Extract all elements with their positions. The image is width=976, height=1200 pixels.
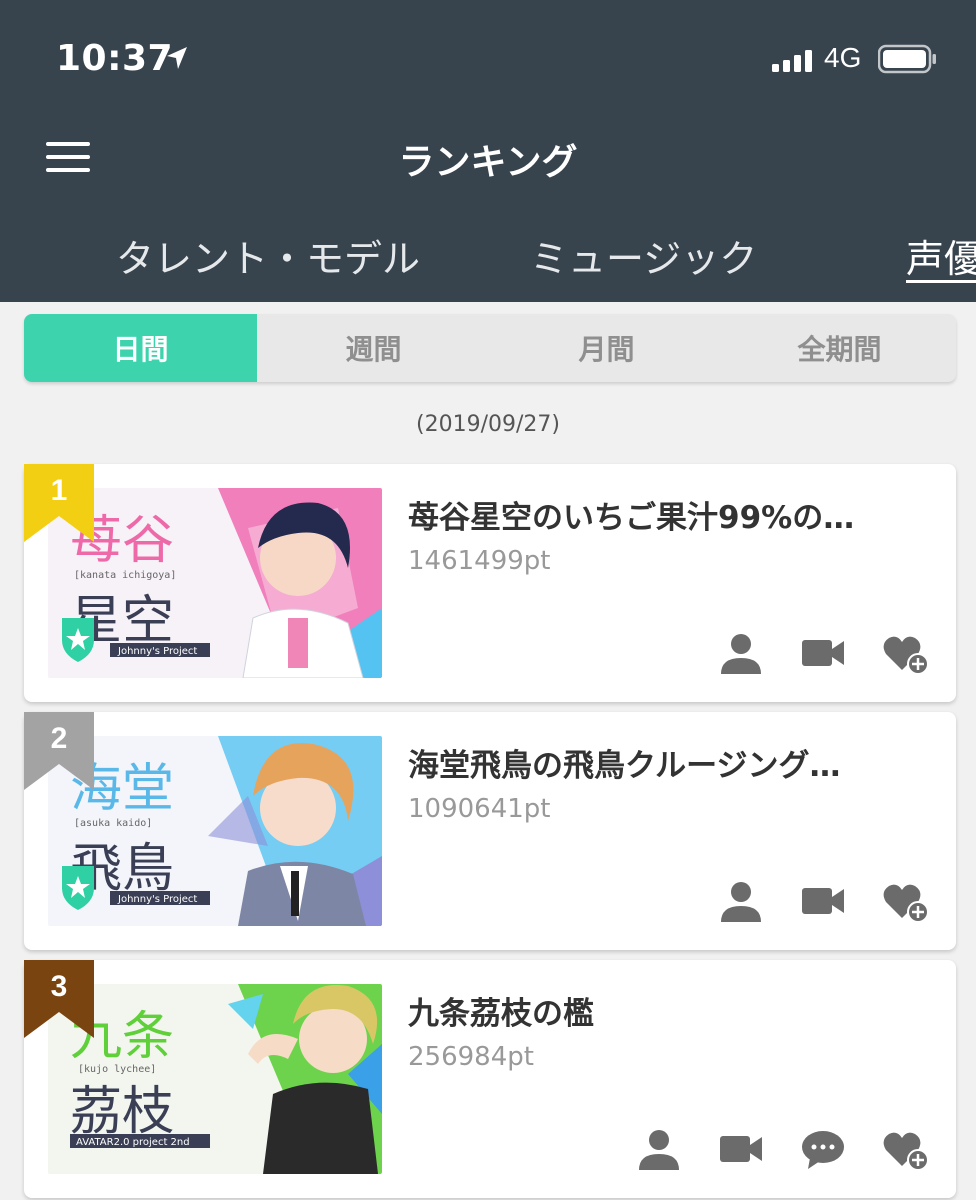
thumbnail-image[interactable]: 海堂 飛鳥 [asuka kaido] Johnny's Project xyxy=(48,736,382,926)
ranking-date: (2019/09/27) xyxy=(416,412,560,437)
rank-number: 2 xyxy=(50,722,68,755)
page-title: ランキング xyxy=(398,142,578,183)
network-type: 4G xyxy=(824,42,862,73)
item-points: 256984pt xyxy=(408,1042,534,1072)
ranking-card[interactable]: 海堂 飛鳥 [asuka kaido] Johnny's Project 2 海… xyxy=(24,712,956,950)
rank-number: 1 xyxy=(50,474,68,507)
favorite-add-icon[interactable] xyxy=(882,1128,928,1170)
period-segmented-control: 日間 週間 月間 全期間 xyxy=(24,314,956,382)
action-icons xyxy=(718,880,928,922)
tab-talent-model[interactable]: タレント・モデル xyxy=(116,228,420,283)
ranking-card[interactable]: 九条 茘枝 [kujo lychee] AVATAR2.0 project 2n… xyxy=(24,960,956,1198)
favorite-add-icon[interactable] xyxy=(882,880,928,922)
thumbnail-image[interactable]: 九条 茘枝 [kujo lychee] AVATAR2.0 project 2n… xyxy=(48,984,382,1174)
status-time: 10:37 xyxy=(56,38,174,79)
action-icons xyxy=(636,1128,928,1170)
item-title: 九条茘枝の檻 xyxy=(408,996,594,1032)
tab-music[interactable]: ミュージック xyxy=(530,228,757,283)
signal-bars-icon xyxy=(772,50,812,72)
video-icon[interactable] xyxy=(718,1128,764,1170)
period-all-time[interactable]: 全期間 xyxy=(723,314,956,382)
rank-number: 3 xyxy=(50,970,68,1003)
video-icon[interactable] xyxy=(800,880,846,922)
period-monthly[interactable]: 月間 xyxy=(490,314,723,382)
app-header: 10:37 4G ランキング タレント・モデル ミュージック 声優 xyxy=(0,0,976,302)
profile-icon[interactable] xyxy=(636,1128,682,1170)
thumb-name-bottom: 茘枝 xyxy=(70,1082,174,1142)
item-title: 苺谷星空のいちご果汁99%の… xyxy=(408,500,855,536)
period-daily[interactable]: 日間 xyxy=(24,314,257,382)
thumbnail-image[interactable]: 苺谷 星空 [kanata ichigoya] Johnny's Project xyxy=(48,488,382,678)
thumb-romaji: [kanata ichigoya] xyxy=(74,570,176,581)
thumb-romaji: [kujo lychee] xyxy=(78,1064,156,1075)
location-arrow-icon xyxy=(167,47,187,69)
action-icons xyxy=(718,632,928,674)
profile-icon[interactable] xyxy=(718,632,764,674)
battery-icon xyxy=(878,44,936,74)
item-points: 1090641pt xyxy=(408,794,551,824)
profile-icon[interactable] xyxy=(718,880,764,922)
ranking-card[interactable]: 苺谷 星空 [kanata ichigoya] Johnny's Project… xyxy=(24,464,956,702)
thumb-label: Johnny's Project xyxy=(117,894,197,905)
chat-icon[interactable] xyxy=(800,1128,846,1170)
thumb-romaji: [asuka kaido] xyxy=(74,818,152,829)
tab-voice-actor[interactable]: 声優 xyxy=(906,228,976,283)
status-bar: 10:37 4G xyxy=(0,0,976,110)
item-title: 海堂飛鳥の飛鳥クルージング… xyxy=(408,748,841,784)
thumb-label: AVATAR2.0 project 2nd xyxy=(76,1137,190,1148)
favorite-add-icon[interactable] xyxy=(882,632,928,674)
period-weekly[interactable]: 週間 xyxy=(257,314,490,382)
thumb-label: Johnny's Project xyxy=(117,646,197,657)
item-points: 1461499pt xyxy=(408,546,551,576)
video-icon[interactable] xyxy=(800,632,846,674)
